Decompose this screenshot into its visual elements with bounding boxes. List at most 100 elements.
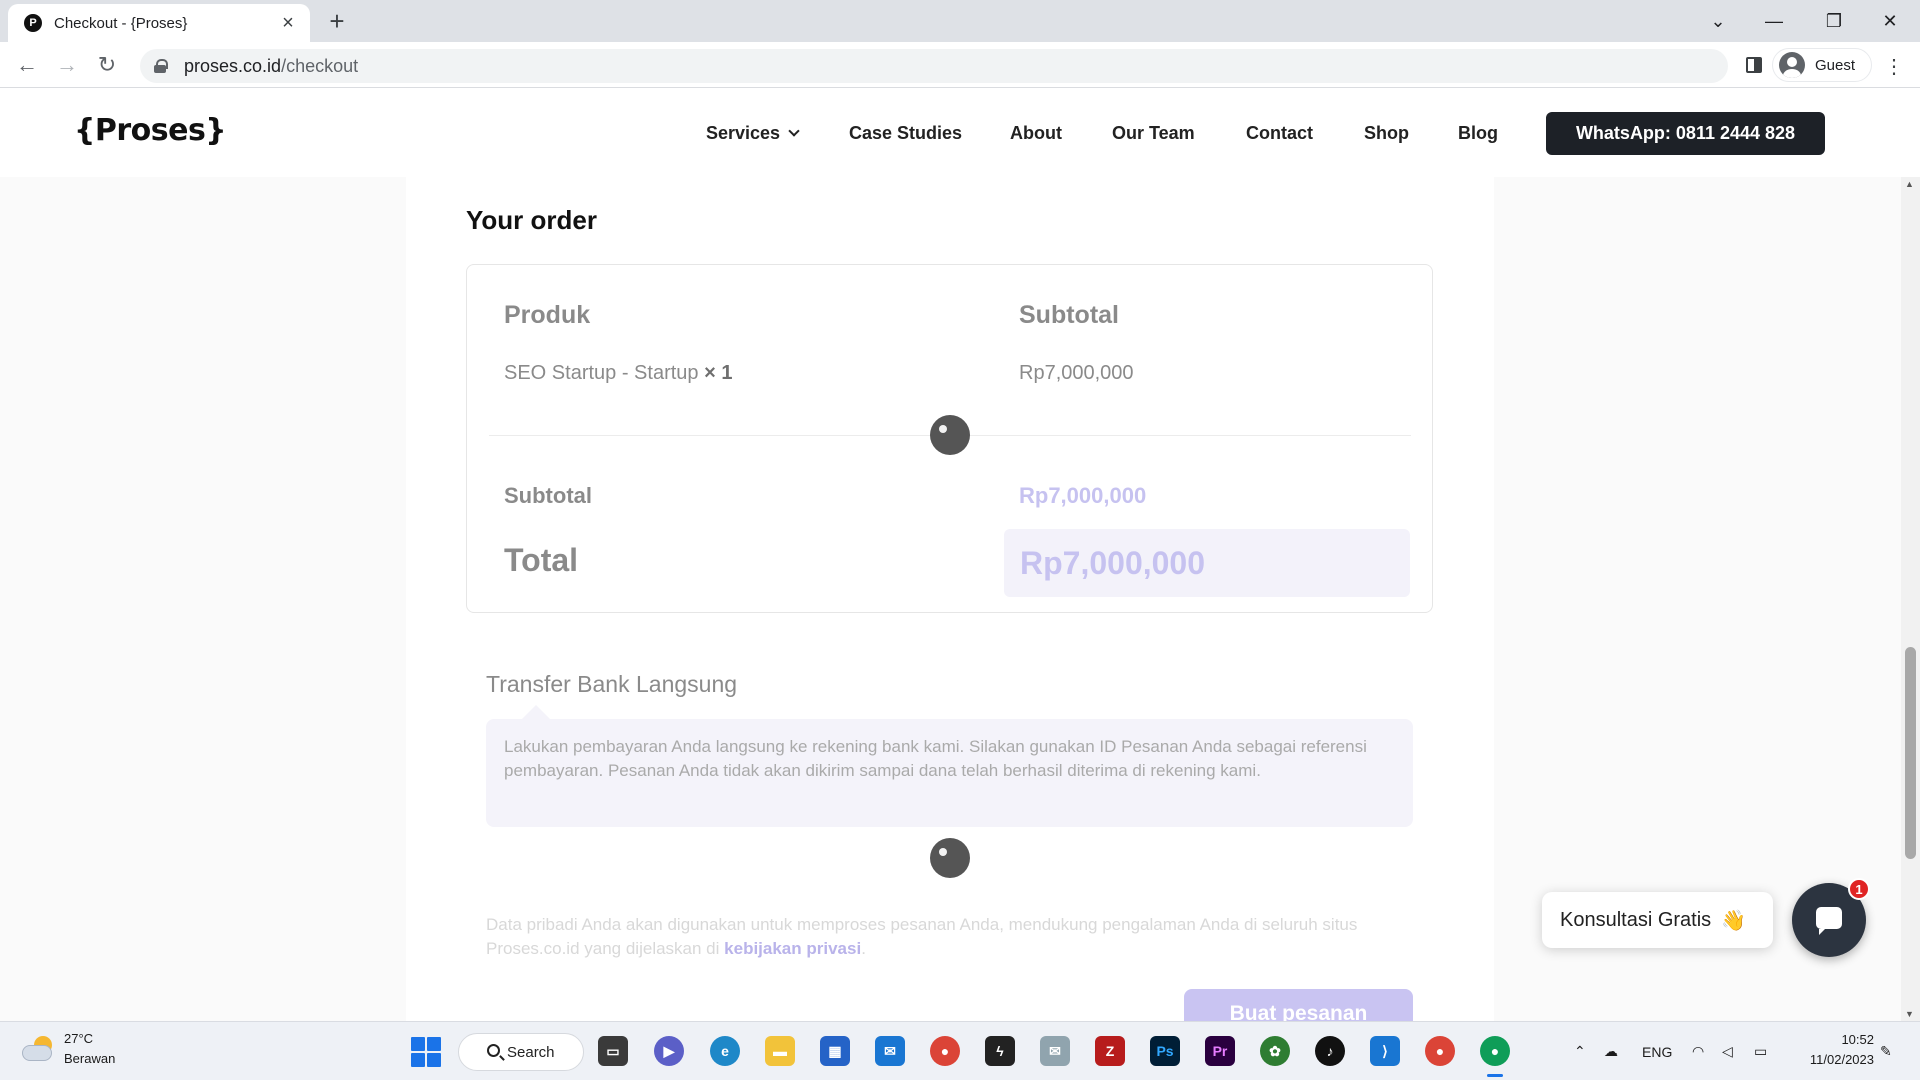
vscode-icon[interactable]: ⟩: [1370, 1036, 1400, 1066]
item-name: SEO Startup - Startup: [504, 362, 699, 384]
scrollbar-thumb[interactable]: [1905, 647, 1916, 859]
tab-search-chevron-icon[interactable]: ⌄: [1690, 0, 1746, 42]
chat-bubble-icon: [1816, 907, 1842, 935]
order-summary-table: Produk Subtotal SEO Startup - Startup × …: [466, 264, 1433, 613]
payment-box-pointer: [522, 705, 550, 719]
chrome-profile-icon[interactable]: ●: [1425, 1036, 1455, 1066]
tab-close-icon[interactable]: ×: [278, 12, 298, 35]
nav-contact[interactable]: Contact: [1246, 89, 1313, 177]
chevron-down-icon: [788, 125, 800, 137]
lock-icon: [154, 59, 168, 73]
column-header-product: Produk: [504, 301, 591, 329]
input-language[interactable]: ENG: [1642, 1022, 1672, 1080]
side-panel-icon[interactable]: [1746, 57, 1762, 73]
browser-tab[interactable]: P Checkout - {Proses} ×: [8, 4, 310, 42]
privacy-notice: Data pribadi Anda akan digunakan untuk m…: [486, 913, 1406, 961]
onedrive-cloud-icon[interactable]: ☁: [1604, 1022, 1618, 1080]
free-consultation-popup[interactable]: Konsultasi Gratis 👋: [1542, 892, 1773, 948]
scroll-down-arrow-icon[interactable]: ▼: [1905, 1009, 1914, 1019]
guest-avatar-icon: [1779, 52, 1805, 78]
browser-toolbar: ← → ↻ proses.co.id/checkout Guest ⋮: [0, 42, 1920, 88]
weather-temperature[interactable]: 27°C: [64, 1031, 93, 1046]
battery-icon[interactable]: ▭: [1754, 1022, 1767, 1080]
clock-date[interactable]: 11/02/2023: [1790, 1052, 1874, 1067]
notifications-icon[interactable]: ✎: [1880, 1022, 1892, 1080]
nav-shop[interactable]: Shop: [1364, 89, 1409, 177]
your-order-heading: Your order: [466, 205, 597, 235]
column-header-subtotal: Subtotal: [1019, 301, 1119, 329]
site-header: {Proses} Services Case Studies About Our…: [0, 89, 1920, 177]
item-quantity: × 1: [704, 362, 733, 384]
place-order-button[interactable]: Buat pesanan: [1184, 989, 1413, 1021]
weather-cloud-sun-icon[interactable]: [22, 1036, 56, 1064]
windows-start-icon[interactable]: [411, 1037, 441, 1067]
nav-case-studies[interactable]: Case Studies: [849, 89, 962, 177]
nav-services-label: Services: [706, 122, 781, 143]
url-text: proses.co.id/checkout: [184, 56, 358, 77]
chrome-active-icon[interactable]: ●: [1480, 1036, 1510, 1066]
chat-notification-badge: 1: [1848, 878, 1870, 900]
nav-about[interactable]: About: [1010, 89, 1062, 177]
url-host: proses.co.id: [184, 55, 282, 76]
windows-taskbar: 27°C Berawan Search ▭ ▶ e ▬ ▦ ✉ ● ϟ ✉ Z …: [0, 1021, 1920, 1080]
tiktok-icon[interactable]: ♪: [1315, 1036, 1345, 1066]
payment-method-title[interactable]: Transfer Bank Langsung: [486, 671, 737, 698]
filezilla-icon[interactable]: Z: [1095, 1036, 1125, 1066]
premiere-pro-icon[interactable]: Pr: [1205, 1036, 1235, 1066]
taskbar-search[interactable]: Search: [458, 1033, 584, 1071]
waving-hand-icon: 👋: [1721, 909, 1747, 932]
site-favicon-icon: P: [24, 14, 42, 32]
total-value: Rp7,000,000: [1020, 545, 1206, 581]
browser-menu-icon[interactable]: ⋮: [1884, 54, 1904, 79]
volume-icon[interactable]: ◁: [1722, 1022, 1733, 1080]
payment-description-box: Lakukan pembayaran Anda langsung ke reke…: [486, 719, 1413, 827]
back-arrow-icon[interactable]: ←: [12, 50, 42, 80]
edge-browser-icon[interactable]: e: [710, 1036, 740, 1066]
nav-services[interactable]: Services: [706, 89, 800, 177]
microsoft-store-icon[interactable]: ▦: [820, 1036, 850, 1066]
nav-blog[interactable]: Blog: [1458, 89, 1498, 177]
profile-button[interactable]: Guest: [1772, 48, 1872, 82]
mail-icon[interactable]: ✉: [875, 1036, 905, 1066]
loading-spinner-icon: [930, 415, 970, 455]
taskbar-search-label: Search: [507, 1043, 555, 1061]
browser-tab-strip: P Checkout - {Proses} × + ⌄ — ❐ ✕: [0, 0, 1920, 42]
file-explorer-icon[interactable]: ▬: [765, 1036, 795, 1066]
mail-client-icon[interactable]: ✉: [1040, 1036, 1070, 1066]
cloud-shape: [22, 1045, 52, 1061]
restore-icon[interactable]: ❐: [1806, 0, 1862, 42]
total-label: Total: [504, 542, 579, 578]
new-tab-plus-icon[interactable]: +: [322, 8, 352, 34]
task-view-icon[interactable]: ▭: [598, 1036, 628, 1066]
scroll-up-arrow-icon[interactable]: ▲: [1905, 179, 1914, 189]
window-close-icon[interactable]: ✕: [1862, 0, 1918, 42]
page-scrollbar[interactable]: ▲ ▼: [1901, 177, 1920, 1021]
total-value-box: Rp7,000,000: [1004, 529, 1410, 597]
subtotal-label: Subtotal: [504, 483, 592, 508]
address-bar[interactable]: proses.co.id/checkout: [140, 49, 1728, 83]
consultation-label: Konsultasi Gratis: [1560, 908, 1712, 931]
profile-name: Guest: [1815, 56, 1856, 74]
teams-chat-icon[interactable]: ▶: [654, 1036, 684, 1066]
app-icon-red-bolt[interactable]: ϟ: [985, 1036, 1015, 1066]
wifi-icon[interactable]: ◠: [1692, 1022, 1704, 1080]
chrome-icon[interactable]: ●: [930, 1036, 960, 1066]
clock-time[interactable]: 10:52: [1824, 1032, 1874, 1047]
active-app-indicator: [1487, 1074, 1503, 1077]
app-icon-green-globe[interactable]: ✿: [1260, 1036, 1290, 1066]
order-item-name: SEO Startup - Startup × 1: [504, 362, 732, 385]
privacy-policy-link[interactable]: kebijakan privasi: [724, 939, 861, 958]
weather-description[interactable]: Berawan: [64, 1051, 115, 1066]
tab-title: Checkout - {Proses}: [54, 14, 188, 32]
whatsapp-button[interactable]: WhatsApp: 0811 2444 828: [1546, 112, 1825, 155]
reload-icon[interactable]: ↻: [92, 50, 122, 80]
photoshop-icon[interactable]: Ps: [1150, 1036, 1180, 1066]
privacy-text: Data pribadi Anda akan digunakan untuk m…: [486, 915, 1358, 958]
minimize-icon[interactable]: —: [1746, 0, 1802, 42]
privacy-suffix: .: [861, 939, 866, 958]
forward-arrow-icon[interactable]: →: [52, 50, 82, 80]
site-logo[interactable]: {Proses}: [74, 113, 227, 148]
show-hidden-icons-chevron-icon[interactable]: ⌃: [1574, 1022, 1586, 1080]
nav-our-team[interactable]: Our Team: [1112, 89, 1195, 177]
order-item-price: Rp7,000,000: [1019, 362, 1134, 384]
